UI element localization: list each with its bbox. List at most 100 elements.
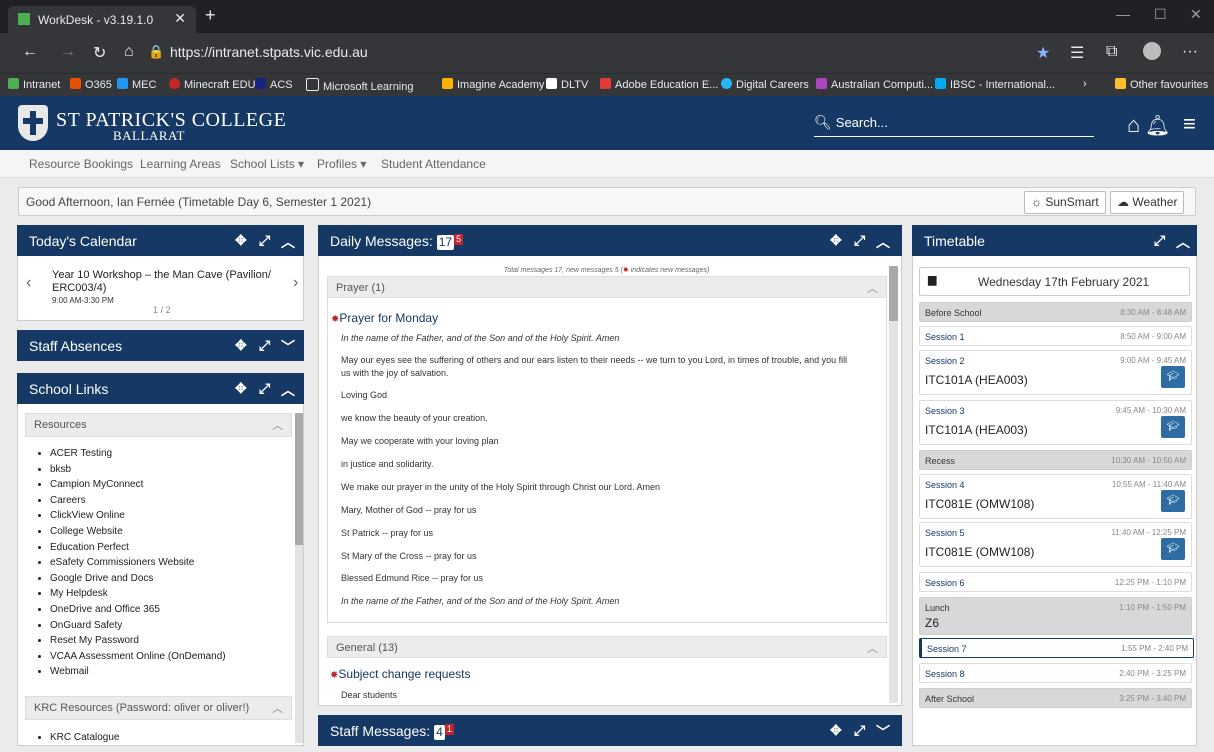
bookmark-australian-computing[interactable]: Australian Computi... — [816, 78, 933, 91]
chevron-up-icon[interactable]: ︿ — [272, 700, 283, 716]
move-icon[interactable]: ✥ — [235, 380, 247, 397]
search-placeholder: Search... — [835, 115, 888, 130]
link-acer-testing[interactable]: ACER Testing — [50, 446, 226, 462]
prayer-section-header[interactable]: Prayer (1) ︿ — [327, 276, 887, 298]
calendar-next-icon[interactable]: › — [293, 274, 298, 292]
nav-profiles[interactable]: Profiles ▾ — [317, 157, 366, 171]
nav-student-attendance[interactable]: Student Attendance — [381, 157, 486, 171]
search-input[interactable]: 🔍︎ Search... — [814, 114, 1094, 137]
move-icon[interactable]: ✥ — [235, 232, 247, 249]
link-my-helpdesk[interactable]: My Helpdesk — [50, 586, 226, 602]
link-careers[interactable]: Careers — [50, 493, 226, 509]
more-menu-icon[interactable]: ··· — [1182, 43, 1198, 61]
bookmark-mec[interactable]: MEC — [117, 78, 156, 91]
home-icon[interactable]: ⌂ — [1127, 112, 1140, 138]
message-title-prayer[interactable]: ✸Prayer for Monday — [331, 311, 438, 325]
bookmark-adobe-education[interactable]: Adobe Education E... — [600, 78, 718, 91]
link-esafety[interactable]: eSafety Commissioners Website — [50, 555, 226, 571]
bookmark-minecraft-edu[interactable]: Minecraft EDU — [169, 78, 256, 91]
refresh-icon[interactable]: ↻ — [93, 43, 106, 63]
scrollbar-thumb[interactable] — [889, 266, 898, 321]
link-education-perfect[interactable]: Education Perfect — [50, 540, 226, 556]
expand-icon[interactable]: ⤢ — [854, 722, 865, 739]
bookmark-acs[interactable]: ACS — [255, 78, 293, 91]
notifications-bell-icon[interactable]: 🔔︎ — [1145, 113, 1170, 138]
move-icon[interactable]: ✥ — [830, 722, 842, 739]
bookmark-ibsc[interactable]: IBSC - International... — [935, 78, 1055, 91]
link-bksb[interactable]: bksb — [50, 462, 226, 478]
sunsmart-button[interactable]: ☼ SunSmart — [1024, 191, 1106, 214]
krc-resources-section-header[interactable]: KRC Resources (Password: oliver or olive… — [25, 696, 292, 720]
bookmark-imagine-academy[interactable]: Imagine Academy — [442, 78, 544, 91]
bookmark-digital-careers[interactable]: Digital Careers — [721, 78, 809, 91]
collapse-chevron-up-icon[interactable]: ︿ — [876, 232, 890, 252]
link-college-website[interactable]: College Website — [50, 524, 226, 540]
open-class-graduation-cap-icon[interactable]: 🎓︎ — [1161, 416, 1185, 438]
hamburger-menu-icon[interactable]: ≡ — [1183, 111, 1196, 137]
chevron-up-icon[interactable]: ︿ — [867, 280, 878, 296]
link-webmail[interactable]: Webmail — [50, 664, 226, 680]
profile-avatar[interactable] — [1143, 42, 1161, 60]
chevron-up-icon[interactable]: ︿ — [272, 417, 283, 433]
open-class-graduation-cap-icon[interactable]: 🎓︎ — [1161, 366, 1185, 388]
weather-button[interactable]: ☁ Weather — [1110, 191, 1185, 214]
collapse-chevron-up-icon[interactable]: ︿ — [281, 380, 295, 400]
close-tab-icon[interactable]: ✕ — [174, 10, 186, 27]
expand-icon[interactable]: ⤢ — [259, 232, 270, 249]
resources-section-header[interactable]: Resources ︿ — [25, 413, 292, 437]
general-section-header[interactable]: General (13) ︿ — [327, 636, 887, 658]
collections-icon[interactable]: ⧉ — [1106, 43, 1117, 61]
link-vcaa-assessment[interactable]: VCAA Assessment Online (OnDemand) — [50, 649, 226, 665]
browser-tab[interactable]: WorkDesk - v3.19.1.0 ✕ — [8, 6, 196, 33]
calendar-prev-icon[interactable]: ‹ — [26, 274, 31, 292]
back-icon[interactable]: ← — [22, 43, 38, 61]
timetable-date-picker[interactable]: ▆ Wednesday 17th February 2021 — [919, 267, 1190, 296]
url-field[interactable]: https://intranet.stpats.vic.edu.au — [170, 44, 368, 60]
expand-chevron-down-icon[interactable]: ﹀ — [876, 722, 890, 742]
favorites-list-icon[interactable]: ☰ — [1070, 43, 1084, 63]
college-crest-logo[interactable] — [18, 105, 48, 141]
chevron-up-icon[interactable]: ︿ — [867, 640, 878, 656]
scrollbar[interactable] — [889, 266, 898, 703]
expand-icon[interactable]: ⤢ — [1154, 232, 1165, 249]
bookmark-dltv[interactable]: DLTV — [546, 78, 588, 91]
link-google-drive[interactable]: Google Drive and Docs — [50, 571, 226, 587]
calendar-event-title[interactable]: Year 10 Workshop – the Man Cave (Pavilio… — [52, 269, 271, 281]
collapse-chevron-up-icon[interactable]: ︿ — [1176, 232, 1190, 252]
forward-icon[interactable]: → — [60, 43, 76, 61]
expand-icon[interactable]: ⤢ — [854, 232, 865, 249]
minimize-icon[interactable]: — — [1116, 6, 1130, 22]
expand-icon[interactable]: ⤢ — [259, 337, 270, 354]
new-tab-icon[interactable]: + — [205, 5, 216, 26]
favorite-star-icon[interactable]: ★ — [1036, 43, 1050, 63]
collapse-chevron-up-icon[interactable]: ︿ — [281, 232, 295, 252]
link-onguard-safety[interactable]: OnGuard Safety — [50, 618, 226, 634]
scrollbar-thumb[interactable] — [295, 413, 303, 545]
maximize-icon[interactable]: ☐ — [1154, 6, 1167, 23]
bookmark-o365[interactable]: O365 — [70, 78, 112, 91]
scrollbar[interactable] — [295, 413, 303, 743]
link-clickview-online[interactable]: ClickView Online — [50, 508, 226, 524]
move-icon[interactable]: ✥ — [235, 337, 247, 354]
nav-resource-bookings[interactable]: Resource Bookings — [29, 157, 133, 171]
link-onedrive[interactable]: OneDrive and Office 365 — [50, 602, 226, 618]
link-krc-catalogue[interactable]: KRC Catalogue — [50, 730, 119, 746]
home-icon[interactable]: ⌂ — [124, 43, 134, 61]
bookmark-intranet[interactable]: Intranet — [8, 78, 60, 91]
open-class-graduation-cap-icon[interactable]: 🎓︎ — [1161, 490, 1185, 512]
link-campion-myconnect[interactable]: Campion MyConnect — [50, 477, 226, 493]
open-class-graduation-cap-icon[interactable]: 🎓︎ — [1161, 538, 1185, 560]
bookmark-microsoft-learning[interactable]: Microsoft Learning — [306, 78, 414, 93]
bookmark-other-favourites[interactable]: Other favourites — [1115, 78, 1208, 91]
link-reset-password[interactable]: Reset My Password — [50, 633, 226, 649]
window-close-icon[interactable]: ✕ — [1190, 6, 1202, 23]
nav-school-lists[interactable]: School Lists ▾ — [230, 157, 304, 171]
message-title-subject-change[interactable]: ✸Subject change requests — [330, 667, 470, 681]
lock-icon[interactable]: 🔒 — [148, 44, 164, 60]
expand-chevron-down-icon[interactable]: ﹀ — [281, 337, 295, 357]
move-icon[interactable]: ✥ — [830, 232, 842, 249]
nav-learning-areas[interactable]: Learning Areas — [140, 157, 221, 171]
calendar-event-title-cont[interactable]: ERC003/4) — [52, 282, 106, 294]
expand-icon[interactable]: ⤢ — [259, 380, 270, 397]
bookmarks-overflow-chevron-icon[interactable]: › — [1083, 78, 1087, 90]
